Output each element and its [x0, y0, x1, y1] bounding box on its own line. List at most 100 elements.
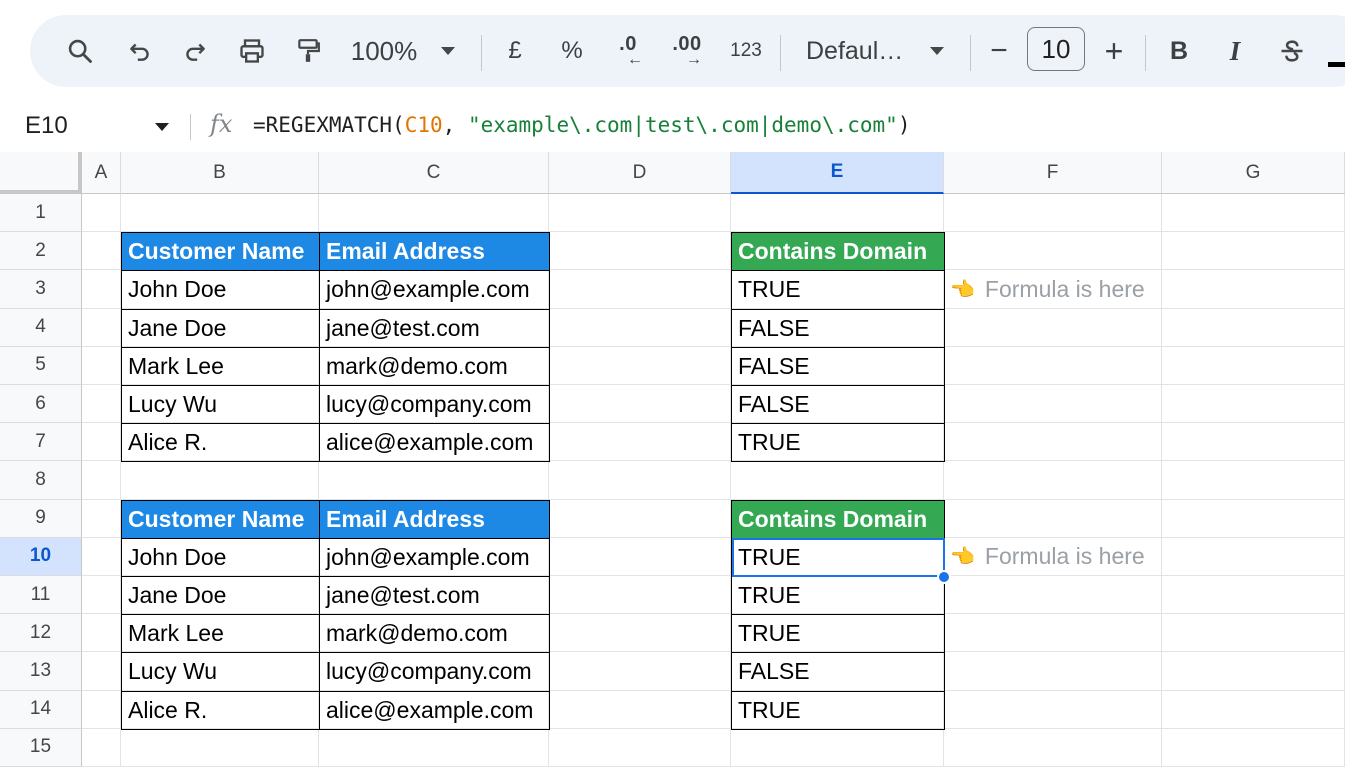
- grid-cell[interactable]: [549, 194, 731, 233]
- spreadsheet-grid[interactable]: A B C D E F G 1 2 3 4 5 6 7 8 9 10 11 12 13 14 15 Customer Nam…: [0, 152, 1345, 768]
- grid-cell[interactable]: [944, 614, 1162, 653]
- grid-cell[interactable]: [1162, 461, 1345, 500]
- grid-cell[interactable]: [121, 461, 319, 500]
- grid-cell[interactable]: [1162, 346, 1345, 385]
- more-formats-button[interactable]: 123: [724, 15, 768, 87]
- name-box[interactable]: E10: [25, 112, 68, 140]
- grid-cell[interactable]: [319, 728, 549, 767]
- result-cell[interactable]: TRUE: [731, 270, 945, 310]
- decrease-font-size-button[interactable]: −: [985, 15, 1013, 87]
- grid-cell[interactable]: [549, 499, 731, 538]
- result-cell[interactable]: TRUE: [731, 537, 945, 577]
- row-header-7[interactable]: 7: [0, 423, 82, 462]
- grid-cell[interactable]: [1162, 232, 1345, 271]
- decrease-decimal-button[interactable]: .0 ←: [608, 15, 648, 87]
- percent-format-button[interactable]: %: [555, 15, 589, 87]
- grid-cell[interactable]: [319, 461, 549, 500]
- grid-cell[interactable]: [82, 346, 121, 385]
- grid-cell[interactable]: [944, 499, 1162, 538]
- zoom-select[interactable]: 100%: [348, 15, 420, 87]
- row-header-3[interactable]: 3: [0, 270, 82, 309]
- grid-cell[interactable]: [82, 576, 121, 615]
- customer-name-cell[interactable]: John Doe: [121, 537, 320, 577]
- customer-name-cell[interactable]: Lucy Wu: [121, 652, 320, 692]
- customer-name-cell[interactable]: Mark Lee: [121, 346, 320, 386]
- grid-cell[interactable]: [549, 385, 731, 424]
- grid-cell[interactable]: [944, 232, 1162, 271]
- result-cell[interactable]: FALSE: [731, 308, 945, 348]
- grid-cell[interactable]: [944, 194, 1162, 233]
- grid-cell[interactable]: [82, 652, 121, 691]
- undo-icon[interactable]: [120, 15, 160, 87]
- grid-cell[interactable]: [944, 385, 1162, 424]
- customer-name-cell[interactable]: John Doe: [121, 270, 320, 310]
- grid-cell[interactable]: [1162, 423, 1345, 462]
- grid-cell[interactable]: [82, 499, 121, 538]
- grid-cell[interactable]: [1162, 194, 1345, 233]
- grid-cell[interactable]: [944, 728, 1162, 767]
- row-header-8[interactable]: 8: [0, 461, 82, 500]
- grid-cell[interactable]: [82, 385, 121, 424]
- grid-cell[interactable]: [549, 270, 731, 309]
- column-header-a[interactable]: A: [82, 152, 121, 194]
- grid-cell[interactable]: [121, 194, 319, 233]
- redo-icon[interactable]: [175, 15, 215, 87]
- email-cell[interactable]: lucy@company.com: [319, 385, 550, 425]
- grid-cell[interactable]: [731, 461, 944, 500]
- print-icon[interactable]: [232, 15, 272, 87]
- result-cell[interactable]: TRUE: [731, 576, 945, 616]
- customer-name-cell[interactable]: Jane Doe: [121, 308, 320, 348]
- grid-cell[interactable]: [1162, 652, 1345, 691]
- grid-cell[interactable]: [549, 690, 731, 729]
- grid-cell[interactable]: [549, 461, 731, 500]
- bold-button[interactable]: B: [1162, 15, 1196, 87]
- row-header-14[interactable]: 14: [0, 690, 82, 729]
- row-header-4[interactable]: 4: [0, 308, 82, 347]
- customer-name-cell[interactable]: Alice R.: [121, 690, 320, 730]
- customer-name-cell[interactable]: Lucy Wu: [121, 385, 320, 425]
- grid-cell[interactable]: [1162, 690, 1345, 729]
- formula-input[interactable]: =REGEXMATCH(C10, "example\.com|test\.com…: [253, 113, 910, 137]
- row-header-12[interactable]: 12: [0, 614, 82, 653]
- grid-cell[interactable]: [549, 537, 731, 576]
- grid-cell[interactable]: [944, 576, 1162, 615]
- chevron-down-icon[interactable]: [927, 15, 947, 87]
- grid-cell[interactable]: [82, 728, 121, 767]
- grid-cell[interactable]: [1162, 308, 1345, 347]
- font-select[interactable]: Defaul…: [806, 15, 908, 87]
- email-cell[interactable]: alice@example.com: [319, 690, 550, 730]
- grid-cell[interactable]: [549, 346, 731, 385]
- row-header-1[interactable]: 1: [0, 194, 82, 233]
- italic-button[interactable]: I: [1218, 15, 1252, 87]
- row-header-11[interactable]: 11: [0, 576, 82, 615]
- increase-font-size-button[interactable]: +: [1100, 15, 1128, 87]
- column-header-g[interactable]: G: [1162, 152, 1345, 194]
- grid-cell[interactable]: [731, 194, 944, 233]
- grid-cell[interactable]: [944, 652, 1162, 691]
- row-header-15[interactable]: 15: [0, 728, 82, 767]
- row-header-13[interactable]: 13: [0, 652, 82, 691]
- grid-cell[interactable]: [82, 690, 121, 729]
- grid-cell[interactable]: [944, 690, 1162, 729]
- grid-cell[interactable]: [1162, 728, 1345, 767]
- grid-cell[interactable]: [1162, 576, 1345, 615]
- email-cell[interactable]: lucy@company.com: [319, 652, 550, 692]
- grid-cell[interactable]: [319, 194, 549, 233]
- email-cell[interactable]: jane@test.com: [319, 308, 550, 348]
- result-cell[interactable]: TRUE: [731, 423, 945, 463]
- grid-cell[interactable]: [549, 576, 731, 615]
- grid-cell[interactable]: [549, 232, 731, 271]
- customer-name-cell[interactable]: Alice R.: [121, 423, 320, 463]
- grid-cell[interactable]: [944, 423, 1162, 462]
- row-header-2[interactable]: 2: [0, 232, 82, 271]
- grid-cell[interactable]: [82, 270, 121, 309]
- chevron-down-icon[interactable]: [155, 123, 169, 131]
- column-header-b[interactable]: B: [121, 152, 319, 194]
- grid-cell[interactable]: [549, 652, 731, 691]
- grid-cell[interactable]: [82, 461, 121, 500]
- row-header-6[interactable]: 6: [0, 385, 82, 424]
- grid-cell[interactable]: [549, 308, 731, 347]
- fill-handle[interactable]: [937, 570, 951, 584]
- email-cell[interactable]: mark@demo.com: [319, 346, 550, 386]
- grid-cell[interactable]: [549, 614, 731, 653]
